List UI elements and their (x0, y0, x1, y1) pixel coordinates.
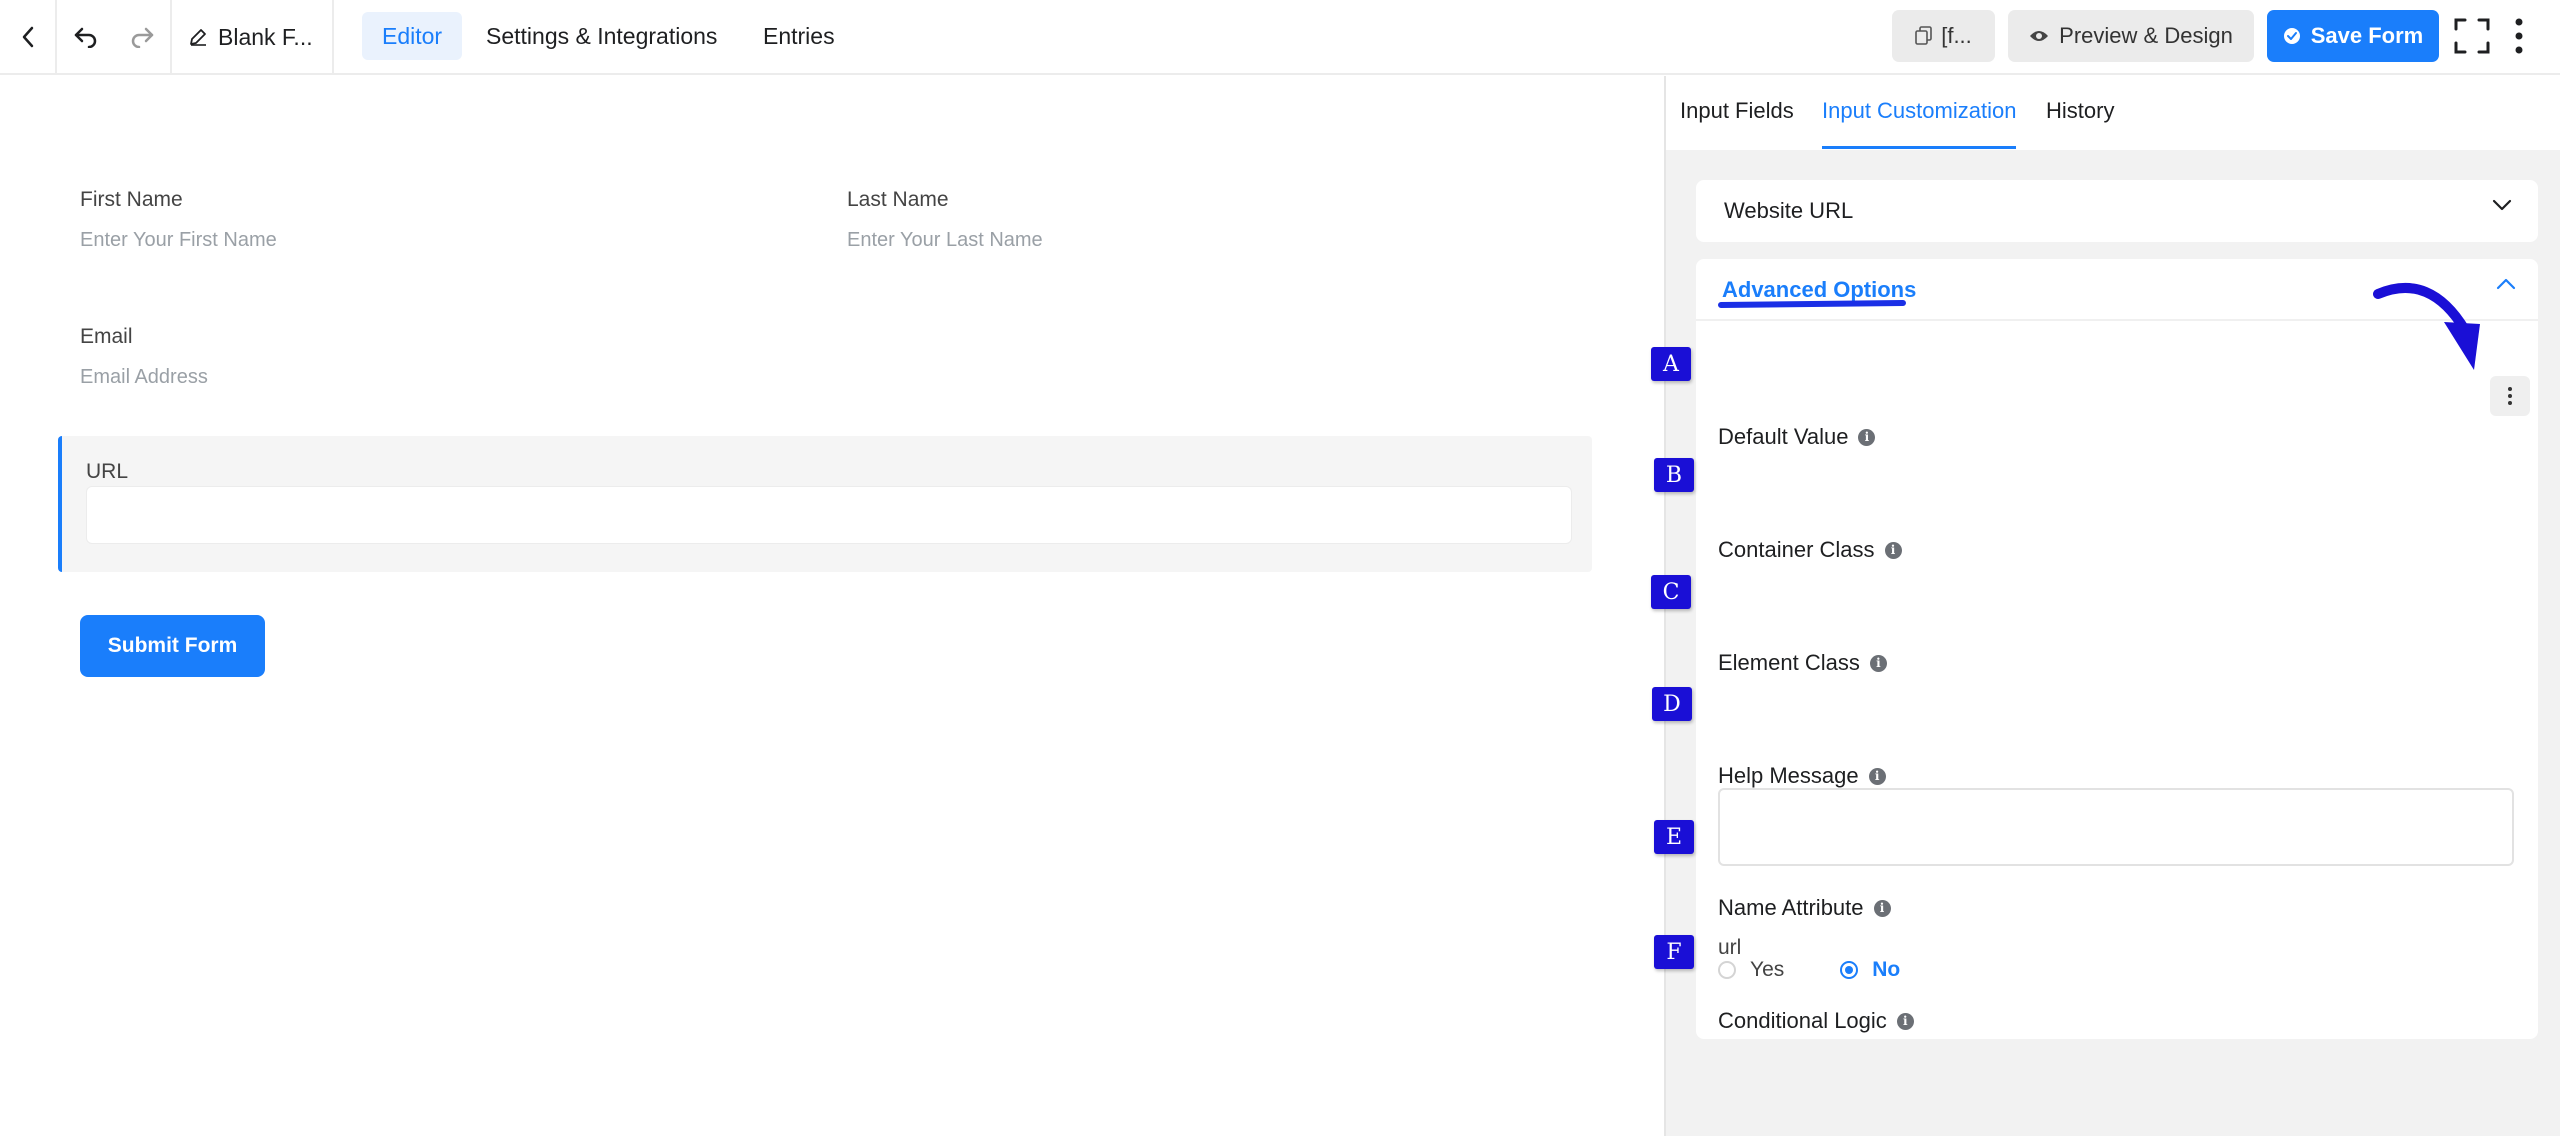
panel-tabs: Input Fields Input Customization History (1666, 76, 2560, 150)
conditional-no-label[interactable]: No (1872, 958, 1900, 982)
conditional-logic-radio-group: Yes No (1718, 958, 1900, 982)
more-options-button[interactable] (2512, 16, 2526, 61)
help-message-label: Help Message i (1718, 763, 1886, 789)
top-bar: Blank F... Editor Settings & Integration… (0, 0, 2560, 75)
last-name-label: Last Name (847, 188, 949, 211)
container-class-label: Container Class i (1718, 537, 1902, 563)
back-button[interactable] (0, 0, 57, 74)
conditional-yes-label[interactable]: Yes (1750, 958, 1784, 982)
tab-editor[interactable]: Editor (362, 12, 463, 60)
annotation-badge-c: C (1651, 575, 1691, 609)
kebab-menu-icon (2508, 387, 2512, 405)
annotation-badge-a: A (1651, 347, 1691, 381)
active-tab-indicator (1822, 146, 2016, 149)
conditional-no-radio[interactable] (1840, 961, 1859, 979)
website-url-title: Website URL (1724, 198, 1854, 223)
info-icon[interactable]: i (1896, 1012, 1914, 1030)
default-value-smartcodes-button[interactable] (2490, 376, 2530, 416)
shortcode-label: [f... (1941, 23, 1972, 48)
help-message-text: Help Message (1718, 763, 1859, 788)
first-name-input[interactable]: Enter Your First Name (80, 229, 277, 252)
info-icon[interactable]: i (1873, 899, 1891, 917)
chevron-left-icon (22, 26, 33, 48)
first-name-label: First Name (80, 188, 183, 211)
tab-input-customization[interactable]: Input Customization (1822, 98, 2016, 124)
container-class-text: Container Class (1718, 537, 1875, 562)
kebab-menu-icon (2515, 18, 2523, 54)
eye-icon (2030, 31, 2049, 41)
annotation-arrow-icon (2373, 282, 2480, 370)
name-attribute-label: Name Attribute i (1718, 895, 1891, 921)
element-class-label: Element Class i (1718, 650, 1887, 676)
email-input[interactable]: Email Address (80, 366, 208, 389)
conditional-logic-text: Conditional Logic (1718, 1008, 1887, 1033)
redo-icon (131, 27, 153, 48)
info-icon[interactable]: i (1858, 428, 1876, 446)
save-form-button[interactable]: Save Form (2267, 10, 2439, 62)
form-canvas: First Name Enter Your First Name Last Na… (0, 76, 1664, 1136)
annotation-badge-f: F (1654, 935, 1694, 969)
fullscreen-button[interactable] (2454, 18, 2490, 59)
annotation-badge-e: E (1654, 820, 1694, 854)
annotation-badge-d: D (1652, 687, 1692, 721)
chevron-up-icon (2496, 277, 2516, 296)
undo-button[interactable] (73, 26, 99, 48)
settings-panel: Input Fields Input Customization History… (1664, 76, 2560, 1136)
tab-input-fields[interactable]: Input Fields (1680, 98, 1794, 124)
annotation-underline (1717, 300, 1907, 308)
element-class-text: Element Class (1718, 650, 1860, 675)
conditional-logic-label: Conditional Logic i (1718, 1008, 1914, 1034)
default-value-label: Default Value i (1718, 424, 1876, 450)
submit-form-button[interactable]: Submit Form (80, 615, 265, 677)
fullscreen-icon (2454, 18, 2490, 54)
email-label: Email (80, 325, 133, 348)
copy-icon (1915, 26, 1933, 45)
undo-icon (74, 27, 96, 48)
advanced-options-title: Advanced Options (1722, 277, 1917, 302)
info-icon[interactable]: i (1869, 654, 1887, 672)
url-label: URL (86, 460, 129, 483)
preview-design-button[interactable]: Preview & Design (2008, 10, 2254, 62)
shortcode-copy-button[interactable]: [f... (1892, 10, 1995, 62)
annotation-badge-b: B (1654, 458, 1694, 492)
name-attribute-input[interactable]: url (1718, 936, 1741, 960)
chevron-down-icon (2492, 198, 2512, 217)
preview-design-label: Preview & Design (2059, 23, 2233, 48)
tab-history[interactable]: History (2046, 98, 2114, 124)
last-name-input[interactable]: Enter Your Last Name (847, 229, 1043, 252)
url-input[interactable] (86, 486, 1572, 544)
undo-redo-group (57, 0, 172, 74)
tab-settings-integrations[interactable]: Settings & Integrations (466, 12, 737, 60)
default-value-text: Default Value (1718, 424, 1849, 449)
form-title-button[interactable]: Blank F... (172, 0, 334, 74)
form-title: Blank F... (218, 23, 313, 50)
check-circle-icon (2283, 28, 2300, 44)
url-field-block[interactable]: URL (58, 436, 1592, 572)
info-icon[interactable]: i (1884, 541, 1902, 559)
name-attribute-text: Name Attribute (1718, 895, 1864, 920)
help-message-textarea[interactable] (1718, 788, 2514, 866)
redo-button[interactable] (129, 26, 155, 48)
conditional-yes-radio[interactable] (1718, 961, 1736, 979)
tab-entries[interactable]: Entries (743, 12, 855, 60)
info-icon[interactable]: i (1868, 767, 1886, 785)
website-url-section[interactable]: Website URL (1696, 180, 2538, 242)
pencil-icon (190, 29, 206, 46)
save-form-label: Save Form (2310, 23, 2424, 48)
